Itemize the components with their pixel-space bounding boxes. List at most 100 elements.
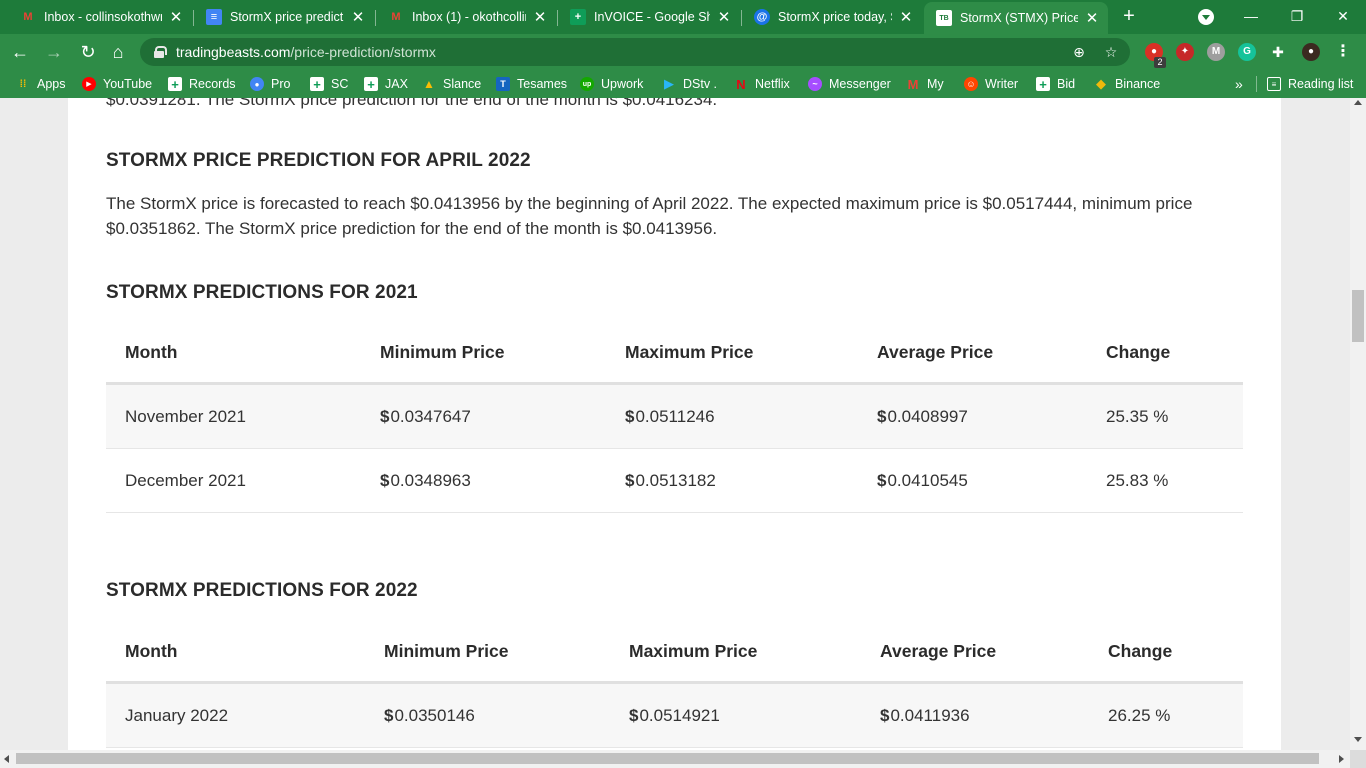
tab-inbox-okoth[interactable]: M Inbox (1) - okothcollin ✕ (376, 3, 556, 31)
stormx-icon: @ (754, 9, 770, 25)
horizontal-scrollbar-thumb[interactable] (16, 753, 1319, 764)
address-bar[interactable]: tradingbeasts.com/price-prediction/storm… (140, 38, 1130, 66)
bookmarks-overflow-button[interactable]: » (1235, 75, 1243, 93)
bookmark-binance[interactable]: ◆ Binance (1094, 75, 1160, 93)
close-tab-icon[interactable]: ✕ (532, 8, 548, 26)
cell-month: November 2021 (125, 406, 246, 426)
cell-change: 25.83 % (1106, 470, 1169, 490)
close-tab-icon[interactable]: ✕ (1084, 9, 1100, 27)
column-header-min-price: Minimum Price (380, 341, 505, 362)
upwork-icon: up (580, 77, 594, 91)
new-tab-button[interactable]: + (1118, 5, 1140, 27)
bookmark-sc[interactable]: + SC (310, 75, 348, 93)
profile-avatar[interactable]: ● (1302, 43, 1320, 61)
cell-min-price: $0.0350146 (384, 684, 475, 747)
extension-flag-icon[interactable]: ✦ (1176, 43, 1194, 61)
bookmark-my[interactable]: M My (906, 75, 944, 93)
bookmark-records[interactable]: + Records (168, 75, 236, 93)
extension-m-icon[interactable]: M (1207, 43, 1225, 61)
bookmark-tesames[interactable]: T Tesames (496, 75, 567, 93)
close-tab-icon[interactable]: ✕ (898, 8, 914, 26)
vertical-scrollbar-thumb[interactable] (1352, 290, 1364, 342)
bookmark-label: YouTube (103, 77, 153, 91)
bookmark-label: My (927, 77, 944, 91)
column-header-min-price: Minimum Price (384, 640, 509, 661)
column-header-max-price: Maximum Price (625, 341, 754, 362)
bookmark-apps[interactable]: ⁞⁞ Apps (16, 75, 66, 93)
bookmark-label: SC (331, 77, 349, 91)
tab-stormx-today[interactable]: @ StormX price today, ST ✕ (742, 3, 922, 31)
tab-invoice-sheet[interactable]: + InVOICE - Google Shee ✕ (558, 3, 740, 31)
column-header-change: Change (1106, 341, 1171, 362)
bookmark-slance[interactable]: ▲ Slance (422, 75, 481, 93)
home-icon[interactable]: ⌂ (106, 40, 130, 64)
close-tab-icon[interactable]: ✕ (168, 8, 184, 26)
google-sheets-icon: + (364, 77, 378, 92)
google-sheets-icon: + (570, 9, 586, 25)
reload-icon[interactable]: ↻ (76, 40, 100, 64)
cell-month: January 2022 (125, 705, 229, 725)
cell-avg-price: $0.0411936 (880, 684, 970, 747)
bookmark-upwork[interactable]: up Upwork (580, 75, 643, 93)
google-docs-icon: ≡ (206, 9, 222, 25)
cell-avg-price: $0.0408997 (877, 385, 968, 448)
tab-stormx-tradingbeasts[interactable]: TB StormX (STMX) Price P ✕ (924, 2, 1108, 34)
bookmark-youtube[interactable]: ▶ YouTube (82, 75, 152, 93)
tab-search-icon[interactable] (1198, 9, 1214, 25)
currency-symbol: $ (380, 406, 390, 426)
vertical-scrollbar[interactable] (1350, 98, 1366, 750)
bookmark-label: Upwork (601, 77, 644, 91)
tab-stormx-doc[interactable]: ≡ StormX price predictio ✕ (194, 3, 374, 31)
google-sheets-icon: + (168, 77, 182, 92)
back-arrow-icon[interactable]: ← (8, 40, 32, 64)
bookmark-label: Slance (443, 77, 482, 91)
bookmark-label: Writer (985, 77, 1019, 91)
reading-list-icon: ≡ (1267, 77, 1281, 91)
restore-window-button[interactable]: ❐ (1274, 0, 1320, 32)
bookmark-label: Pro (271, 77, 291, 91)
tab-inbox-collins[interactable]: M Inbox - collinsokothwr ✕ (8, 3, 192, 31)
tesames-icon: T (496, 77, 510, 91)
bookmark-bid[interactable]: + Bid (1036, 75, 1075, 93)
tab-title: StormX price predictio (230, 10, 344, 24)
close-tab-icon[interactable]: ✕ (350, 8, 366, 26)
close-window-button[interactable]: ✕ (1320, 0, 1366, 32)
gmail-icon: M (23, 11, 33, 23)
column-header-month: Month (125, 640, 178, 661)
avg-price-value: 0.0408997 (887, 406, 968, 426)
scroll-down-arrow-icon[interactable] (1354, 737, 1362, 742)
bookmark-dstv[interactable]: ▶ DStv . (662, 75, 717, 93)
grammarly-icon[interactable]: G (1238, 43, 1256, 61)
scroll-right-arrow-icon[interactable] (1339, 755, 1344, 763)
reading-list-button[interactable]: ≡ Reading list (1267, 75, 1353, 93)
lock-icon[interactable] (154, 46, 167, 58)
forward-arrow-icon[interactable]: → (42, 40, 66, 64)
cell-max-price: $0.0511246 (625, 385, 715, 448)
scroll-left-arrow-icon[interactable] (4, 755, 9, 763)
bookmark-jax[interactable]: + JAX (364, 75, 408, 93)
tab-title: StormX price today, ST (778, 10, 892, 24)
bookmark-pro[interactable]: ● Pro (250, 75, 290, 93)
bookmark-writer[interactable]: ☺ Writer (964, 75, 1018, 93)
extensions-puzzle-icon[interactable]: ✚ (1269, 43, 1287, 61)
bookmark-messenger[interactable]: ~ Messenger (808, 75, 891, 93)
bookmark-star-icon[interactable]: ☆ (1102, 43, 1120, 61)
tab-title: InVOICE - Google Shee (594, 10, 710, 24)
currency-symbol: $ (625, 470, 635, 490)
cutoff-paragraph-line: $0.0391281. The StormX price prediction … (106, 98, 718, 109)
predictions-2022-table: Month Minimum Price Maximum Price Averag… (106, 621, 1243, 748)
cell-change: 26.25 % (1108, 705, 1171, 725)
zoom-icon[interactable]: ⊕ (1070, 43, 1088, 61)
scroll-up-arrow-icon[interactable] (1354, 100, 1362, 105)
currency-symbol: $ (877, 406, 887, 426)
max-price-value: 0.0514921 (639, 705, 720, 725)
menu-kebab-icon[interactable]: ⋮ (1334, 43, 1352, 61)
max-price-value: 0.0511246 (635, 406, 715, 426)
bookmark-label: DStv . (683, 77, 718, 91)
close-tab-icon[interactable]: ✕ (716, 8, 732, 26)
minimize-window-button[interactable]: — (1228, 0, 1274, 32)
url-text[interactable]: tradingbeasts.com/price-prediction/storm… (176, 44, 436, 60)
min-price-value: 0.0350146 (394, 705, 475, 725)
reddit-icon: ☺ (964, 77, 978, 91)
bookmark-netflix[interactable]: N Netflix (734, 75, 789, 93)
